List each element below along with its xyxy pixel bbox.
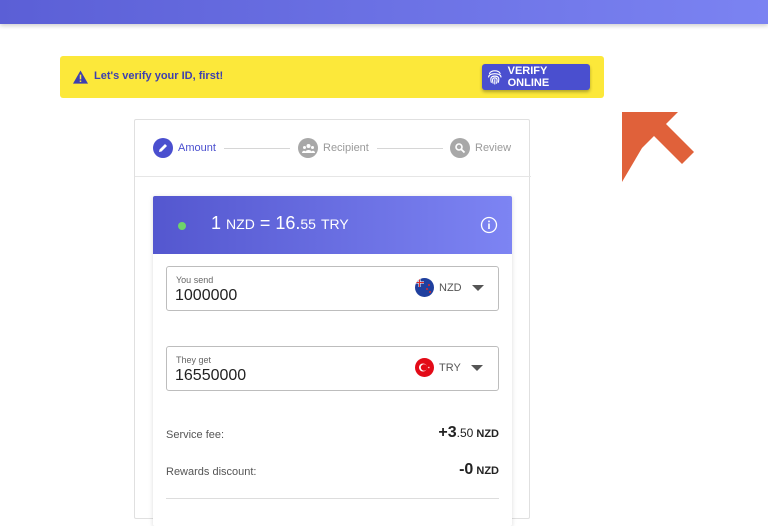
exchange-rate-bar: 1 NZD = 16.55 TRY: [153, 196, 512, 254]
divider: [166, 498, 499, 499]
review-search-icon: [450, 138, 470, 158]
step-review[interactable]: Review: [450, 138, 511, 158]
step-connector: [224, 148, 290, 149]
banner-message: Let's verify your ID, first!: [94, 70, 224, 82]
step-review-label: Review: [475, 142, 512, 154]
send-currency-select[interactable]: NZD: [415, 278, 484, 297]
info-icon[interactable]: [480, 216, 498, 234]
get-currency-select[interactable]: TRY: [415, 358, 483, 377]
chevron-down-icon: [470, 364, 483, 371]
they-get-label: They get: [176, 355, 212, 365]
transfer-card: Amount Recipient Review 1 NZD = 16.55 TR…: [134, 119, 531, 526]
top-header-bar: [0, 0, 768, 24]
quote-panel: 1 NZD = 16.55 TRY You send 1000000 NZD T…: [153, 196, 512, 526]
pencil-icon: [153, 138, 173, 158]
rate-equals: =: [259, 213, 271, 233]
service-fee-unit: NZD: [476, 428, 499, 440]
rate-base-currency: NZD: [226, 216, 255, 232]
you-send-label: You send: [176, 275, 214, 285]
rewards-discount-row: Rewards discount: -0 NZD: [166, 461, 499, 478]
service-fee-amount: +3.50 NZD: [438, 424, 499, 442]
pointer-arrow-icon: [622, 112, 694, 182]
people-icon: [298, 138, 318, 158]
rate-quote-currency: TRY: [320, 216, 349, 232]
exchange-rate-text: 1 NZD = 16.55 TRY: [211, 213, 349, 234]
rewards-discount-amount: -0 NZD: [459, 461, 499, 479]
step-recipient[interactable]: Recipient: [298, 138, 369, 158]
you-send-field[interactable]: You send 1000000 NZD: [166, 266, 499, 311]
service-fee-row: Service fee: +3.50 NZD: [166, 424, 499, 441]
rewards-discount-value: -0: [459, 461, 474, 478]
verify-online-button[interactable]: VERIFY ONLINE: [482, 64, 590, 90]
step-amount[interactable]: Amount: [153, 138, 216, 158]
service-fee-dec: .50: [456, 426, 474, 440]
turkey-flag-icon: [415, 358, 434, 377]
live-rate-indicator: [178, 222, 186, 230]
rate-base-amount: 1: [211, 213, 222, 233]
chevron-down-icon: [471, 284, 484, 291]
rate-main: 16.: [275, 213, 301, 233]
send-currency-code: NZD: [439, 281, 462, 294]
rate-decimals: 55: [300, 216, 316, 232]
step-amount-label: Amount: [178, 142, 216, 154]
new-zealand-flag-icon: [415, 278, 434, 297]
they-get-field[interactable]: They get 16550000 TRY: [166, 346, 499, 391]
rewards-discount-label: Rewards discount:: [166, 466, 257, 478]
you-send-input[interactable]: 1000000: [175, 287, 237, 305]
get-currency-code: TRY: [439, 361, 461, 374]
warning-icon: [73, 70, 88, 84]
step-recipient-label: Recipient: [323, 142, 369, 154]
service-fee-label: Service fee:: [166, 429, 225, 441]
rewards-discount-unit: NZD: [476, 465, 499, 477]
service-fee-int: +3: [438, 424, 457, 441]
step-connector: [377, 148, 443, 149]
they-get-input[interactable]: 16550000: [175, 367, 246, 385]
fingerprint-icon: [488, 70, 502, 85]
stepper: Amount Recipient Review: [135, 120, 531, 177]
verify-id-banner: Let's verify your ID, first! VERIFY ONLI…: [60, 56, 604, 98]
verify-online-label: VERIFY ONLINE: [507, 65, 550, 89]
